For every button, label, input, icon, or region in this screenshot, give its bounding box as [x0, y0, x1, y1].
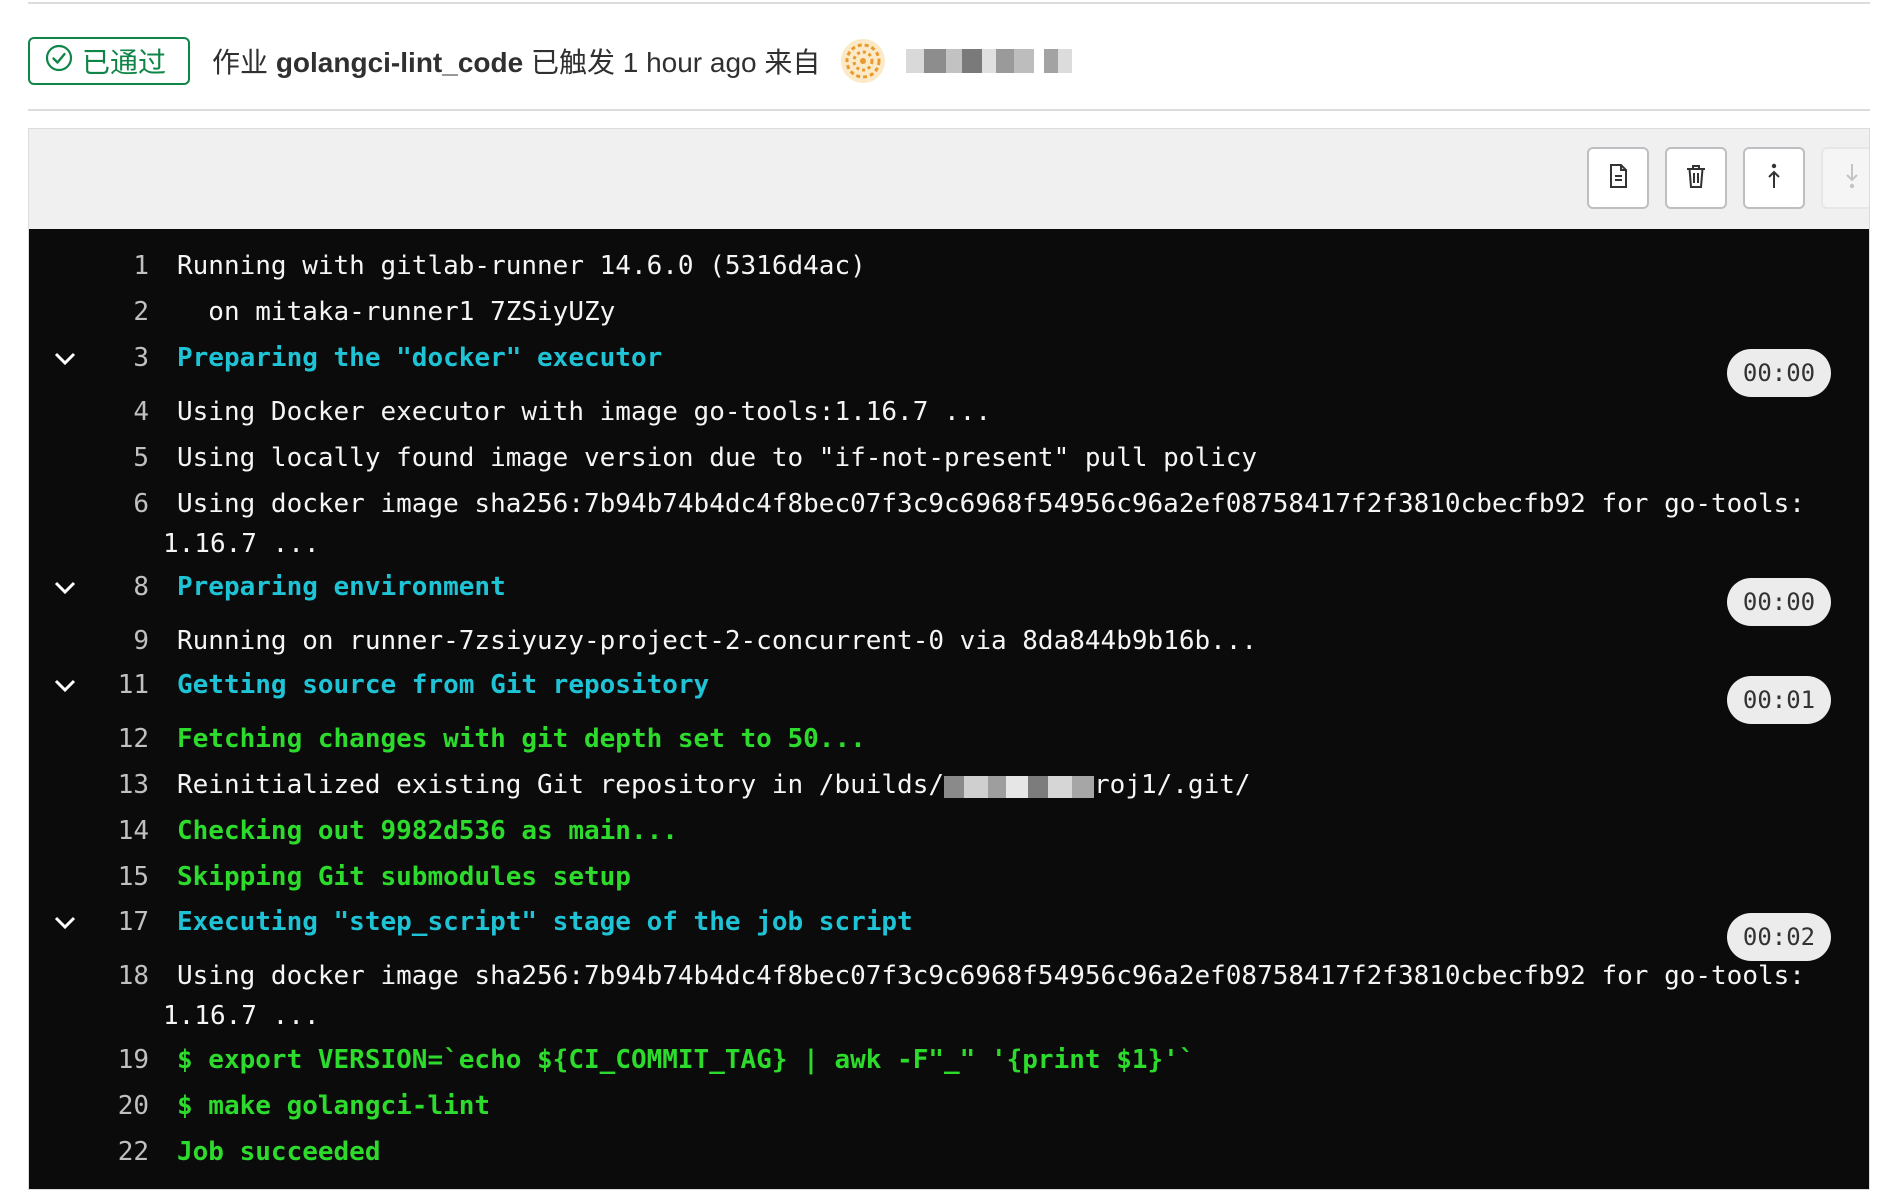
line-text-continued: 1.16.7 ... [163, 1001, 320, 1031]
line-text: Using locally found image version due to… [177, 443, 1258, 473]
raw-log-icon [1603, 161, 1633, 196]
line-text: Skipping Git submodules setup [177, 862, 631, 892]
chevron-down-icon[interactable] [51, 672, 79, 700]
scroll-top-button[interactable] [1743, 147, 1805, 209]
line-text: Reinitialized existing Git repository in… [177, 770, 1839, 800]
line-number[interactable]: 19 [99, 1045, 149, 1075]
line-number[interactable]: 9 [99, 626, 149, 656]
line-number[interactable]: 22 [99, 1137, 149, 1167]
line-number[interactable]: 20 [99, 1091, 149, 1121]
line-number[interactable]: 15 [99, 862, 149, 892]
job-description: 作业 golangci-lint_code 已触发 1 hour ago 来自 [212, 41, 820, 81]
line-text: Using docker image sha256:7b94b74b4dc4f8… [177, 961, 1805, 991]
line-number[interactable]: 11 [99, 670, 149, 700]
section-duration: 00:02 [1727, 913, 1831, 961]
redacted-path [944, 775, 1095, 798]
line-number[interactable]: 2 [99, 297, 149, 327]
log-toolbar [29, 129, 1869, 230]
scroll-bottom-icon [1837, 161, 1867, 196]
check-circle-icon [44, 43, 74, 80]
job-prefix: 作业 [212, 47, 269, 78]
top-divider [28, 2, 1870, 4]
line-text: Using Docker executor with image go-tool… [177, 397, 991, 427]
trigger-text: 已触发 1 hour ago 来自 [530, 47, 821, 78]
line-number[interactable]: 5 [99, 443, 149, 473]
line-number[interactable]: 1 [99, 251, 149, 281]
line-text: Fetching changes with git depth set to 5… [177, 724, 866, 754]
line-text: Checking out 9982d536 as main... [177, 816, 678, 846]
line-number[interactable]: 14 [99, 816, 149, 846]
line-text: Running with gitlab-runner 14.6.0 (5316d… [177, 251, 866, 281]
job-name[interactable]: golangci-lint_code [276, 47, 523, 78]
section-title: Preparing the "docker" executor [177, 343, 663, 373]
line-number[interactable]: 8 [99, 572, 149, 602]
line-number[interactable]: 18 [99, 961, 149, 991]
scroll-top-icon [1759, 161, 1789, 196]
header-divider [28, 109, 1870, 111]
line-text: Running on runner-7zsiyuzy-project-2-con… [177, 626, 1258, 656]
line-number[interactable]: 6 [99, 489, 149, 519]
section-duration: 00:00 [1727, 578, 1831, 626]
log-output: 1 Running with gitlab-runner 14.6.0 (531… [29, 229, 1869, 1189]
line-number[interactable]: 4 [99, 397, 149, 427]
line-number[interactable]: 12 [99, 724, 149, 754]
chevron-down-icon[interactable] [51, 345, 79, 373]
erase-log-button[interactable] [1665, 147, 1727, 209]
status-label: 已通过 [82, 47, 167, 78]
line-text-continued: 1.16.7 ... [163, 529, 320, 559]
line-text: Using docker image sha256:7b94b74b4dc4f8… [177, 489, 1805, 519]
line-number[interactable]: 3 [99, 343, 149, 373]
section-duration: 00:00 [1727, 349, 1831, 397]
line-text: $ export VERSION=`echo ${CI_COMMIT_TAG} … [177, 1045, 1195, 1075]
author-name-redacted[interactable] [906, 43, 1073, 79]
erase-log-icon [1681, 161, 1711, 196]
section-title: Executing "step_script" stage of the job… [177, 907, 913, 937]
section-duration: 00:01 [1727, 676, 1831, 724]
line-text: $ make golangci-lint [177, 1091, 491, 1121]
scroll-bottom-button[interactable] [1821, 147, 1869, 209]
chevron-down-icon[interactable] [51, 574, 79, 602]
job-header: 已通过 作业 golangci-lint_code 已触发 1 hour ago… [28, 34, 1870, 88]
line-text-part: roj1/.git/ [1094, 770, 1251, 800]
section-title: Getting source from Git repository [177, 670, 710, 700]
job-log-panel: 1 Running with gitlab-runner 14.6.0 (531… [28, 128, 1870, 1190]
chevron-down-icon[interactable] [51, 909, 79, 937]
line-number[interactable]: 13 [99, 770, 149, 800]
section-title: Preparing environment [177, 572, 506, 602]
line-text: Job succeeded [177, 1137, 381, 1167]
avatar[interactable] [840, 38, 886, 84]
line-text: on mitaka-runner1 7ZSiyUZy [177, 297, 616, 327]
line-number[interactable]: 17 [99, 907, 149, 937]
raw-log-button[interactable] [1587, 147, 1649, 209]
status-badge[interactable]: 已通过 [28, 37, 191, 85]
line-text-part: Reinitialized existing Git repository in… [177, 770, 945, 800]
